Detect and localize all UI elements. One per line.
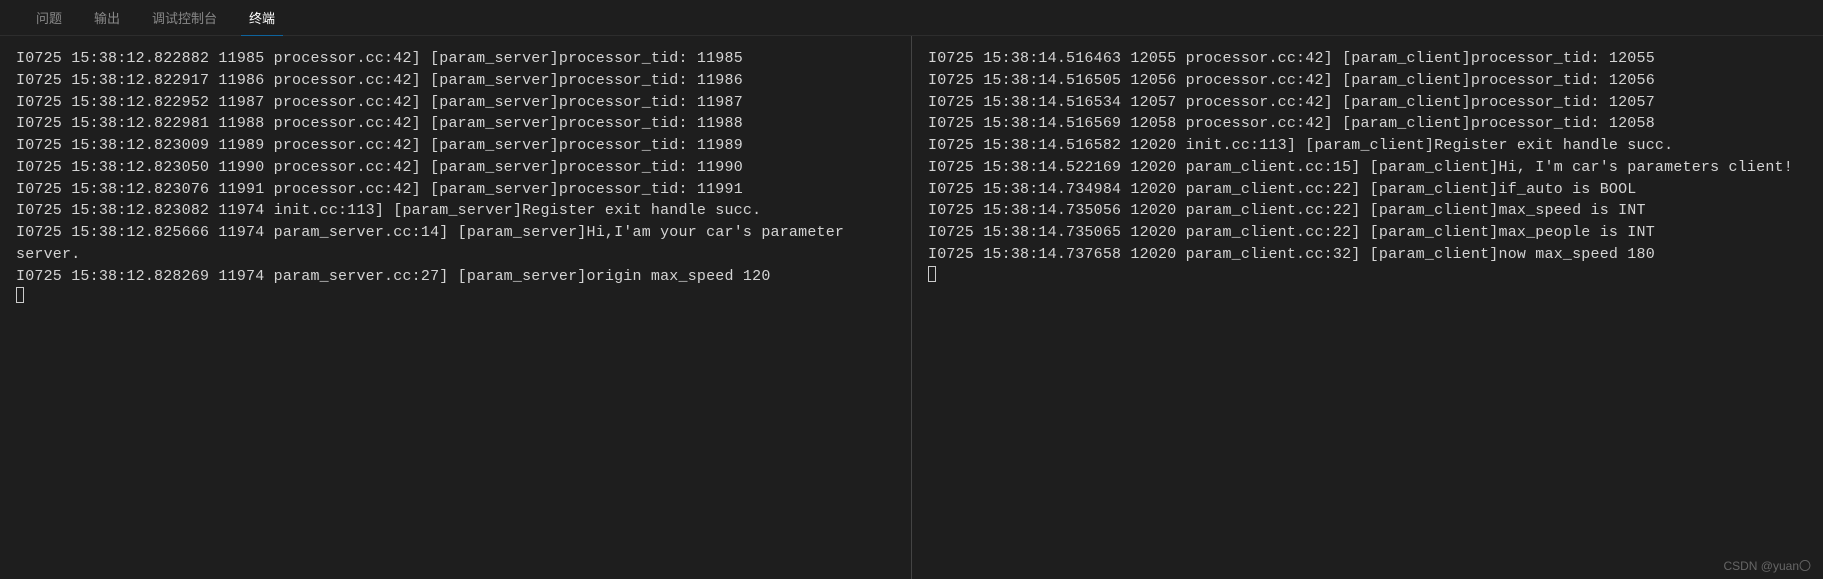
terminal-output-right: I0725 15:38:14.516463 12055 processor.cc…	[928, 48, 1807, 266]
panel-tabs-header: 问题 输出 调试控制台 终端	[0, 0, 1823, 36]
tab-debug-console[interactable]: 调试控制台	[136, 0, 233, 35]
watermark-label: CSDN @yuan〇	[1723, 557, 1811, 574]
tab-output[interactable]: 输出	[78, 0, 136, 35]
terminal-cursor-left	[16, 287, 24, 303]
terminal-split-container: I0725 15:38:12.822882 11985 processor.cc…	[0, 36, 1823, 579]
terminal-pane-left[interactable]: I0725 15:38:12.822882 11985 processor.cc…	[0, 36, 912, 579]
tab-problems[interactable]: 问题	[20, 0, 78, 35]
terminal-output-left: I0725 15:38:12.822882 11985 processor.cc…	[16, 48, 895, 287]
terminal-cursor-right	[928, 266, 936, 282]
tab-terminal[interactable]: 终端	[233, 0, 291, 35]
terminal-pane-right[interactable]: I0725 15:38:14.516463 12055 processor.cc…	[912, 36, 1823, 579]
